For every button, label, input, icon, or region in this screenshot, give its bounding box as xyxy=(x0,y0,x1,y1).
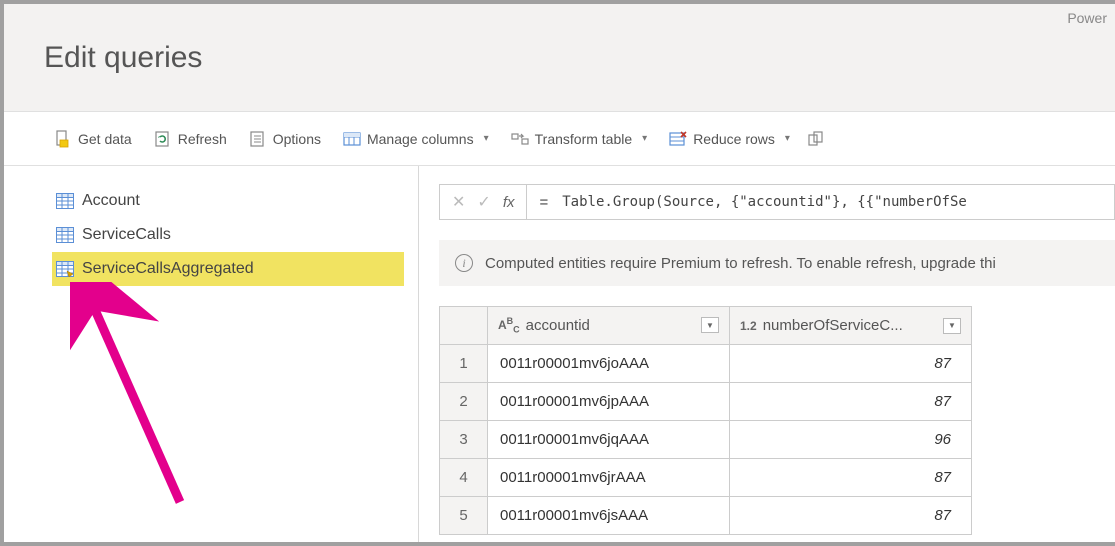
reduce-rows-icon xyxy=(669,130,687,148)
editor-main: ✕ ✓ fx = Table.Group(Source, {"accountid… xyxy=(419,166,1115,542)
cell-number[interactable]: 87 xyxy=(730,459,972,497)
options-icon xyxy=(249,130,267,148)
table-row[interactable]: 5 0011r00001mv6jsAAA 87 xyxy=(440,497,972,535)
cell-number[interactable]: 96 xyxy=(730,421,972,459)
transform-table-label: Transform table xyxy=(535,131,633,147)
refresh-icon xyxy=(154,130,172,148)
refresh-label: Refresh xyxy=(178,131,227,147)
column-name: numberOfServiceC... xyxy=(763,317,903,334)
cell-accountid[interactable]: 0011r00001mv6jpAAA xyxy=(488,383,730,421)
combine-icon xyxy=(808,130,826,148)
cell-number[interactable]: 87 xyxy=(730,383,972,421)
query-item-label: Account xyxy=(82,192,140,210)
table-columns-icon xyxy=(343,130,361,148)
row-number: 2 xyxy=(440,383,488,421)
table-row[interactable]: 2 0011r00001mv6jpAAA 87 xyxy=(440,383,972,421)
refresh-button[interactable]: Refresh xyxy=(146,126,235,152)
formula-bar: ✕ ✓ fx = Table.Group(Source, {"accountid… xyxy=(439,184,1115,220)
chevron-down-icon: ▾ xyxy=(785,133,790,144)
cell-accountid[interactable]: 0011r00001mv6jqAAA xyxy=(488,421,730,459)
chevron-down-icon: ▾ xyxy=(642,133,647,144)
query-item-label: ServiceCalls xyxy=(82,226,171,244)
options-button[interactable]: Options xyxy=(241,126,329,152)
cell-accountid[interactable]: 0011r00001mv6jrAAA xyxy=(488,459,730,497)
get-data-button[interactable]: Get data xyxy=(46,126,140,152)
cell-accountid[interactable]: 0011r00001mv6jsAAA xyxy=(488,497,730,535)
data-grid: ABC accountid ▼ 1.2 numberOfServiceC... … xyxy=(439,306,972,535)
cell-number[interactable]: 87 xyxy=(730,345,972,383)
banner-text: Computed entities require Premium to ref… xyxy=(485,255,996,272)
manage-columns-label: Manage columns xyxy=(367,131,474,147)
transform-table-button[interactable]: Transform table ▾ xyxy=(503,126,656,152)
formula-commit-icon[interactable]: ✓ xyxy=(477,192,490,212)
more-button[interactable] xyxy=(804,126,830,152)
premium-info-banner: i Computed entities require Premium to r… xyxy=(439,240,1115,286)
grid-corner xyxy=(440,307,488,345)
column-name: accountid xyxy=(526,317,590,334)
info-icon: i xyxy=(455,254,473,272)
row-number: 1 xyxy=(440,345,488,383)
column-filter-button[interactable]: ▼ xyxy=(701,317,719,333)
table-row[interactable]: 3 0011r00001mv6jqAAA 96 xyxy=(440,421,972,459)
query-item-account[interactable]: Account xyxy=(52,184,404,218)
formula-text: Table.Group(Source, {"accountid"}, {{"nu… xyxy=(562,194,967,210)
query-item-servicecallsaggregated[interactable]: ServiceCallsAggregated xyxy=(52,252,404,286)
page-title: Edit queries xyxy=(44,41,202,75)
table-row[interactable]: 4 0011r00001mv6jrAAA 87 xyxy=(440,459,972,497)
queries-sidebar: Account ServiceCalls ServiceCallsAggrega… xyxy=(4,166,419,542)
header: Edit queries Power xyxy=(4,4,1115,112)
formula-cancel-icon[interactable]: ✕ xyxy=(452,192,465,212)
formula-equals: = xyxy=(539,194,548,211)
toolbar: Get data Refresh Options Manage columns … xyxy=(4,112,1115,166)
table-icon xyxy=(56,193,74,209)
get-data-label: Get data xyxy=(78,131,132,147)
query-item-label: ServiceCallsAggregated xyxy=(82,260,254,278)
row-number: 5 xyxy=(440,497,488,535)
type-decimal-icon: 1.2 xyxy=(740,320,757,332)
reduce-rows-button[interactable]: Reduce rows ▾ xyxy=(661,126,798,152)
row-number: 3 xyxy=(440,421,488,459)
cell-number[interactable]: 87 xyxy=(730,497,972,535)
brand-label: Power xyxy=(1067,10,1107,26)
formula-input[interactable]: = Table.Group(Source, {"accountid"}, {{"… xyxy=(526,184,1115,220)
chevron-down-icon: ▾ xyxy=(484,133,489,144)
formula-controls: ✕ ✓ fx xyxy=(439,184,526,220)
column-filter-button[interactable]: ▼ xyxy=(943,318,961,334)
fx-label: fx xyxy=(503,194,515,211)
annotation-arrow xyxy=(70,282,230,522)
transform-icon xyxy=(511,130,529,148)
row-number: 4 xyxy=(440,459,488,497)
file-add-icon xyxy=(54,130,72,148)
options-label: Options xyxy=(273,131,321,147)
body: Account ServiceCalls ServiceCallsAggrega… xyxy=(4,166,1115,542)
computed-table-icon xyxy=(56,261,74,277)
reduce-rows-label: Reduce rows xyxy=(693,131,775,147)
manage-columns-button[interactable]: Manage columns ▾ xyxy=(335,126,497,152)
table-row[interactable]: 1 0011r00001mv6joAAA 87 xyxy=(440,345,972,383)
cell-accountid[interactable]: 0011r00001mv6joAAA xyxy=(488,345,730,383)
type-text-icon: ABC xyxy=(498,317,520,334)
table-icon xyxy=(56,227,74,243)
column-header-accountid[interactable]: ABC accountid ▼ xyxy=(488,307,730,345)
column-header-numberofservicec[interactable]: 1.2 numberOfServiceC... ▼ xyxy=(730,307,972,345)
query-item-servicecalls[interactable]: ServiceCalls xyxy=(52,218,404,252)
